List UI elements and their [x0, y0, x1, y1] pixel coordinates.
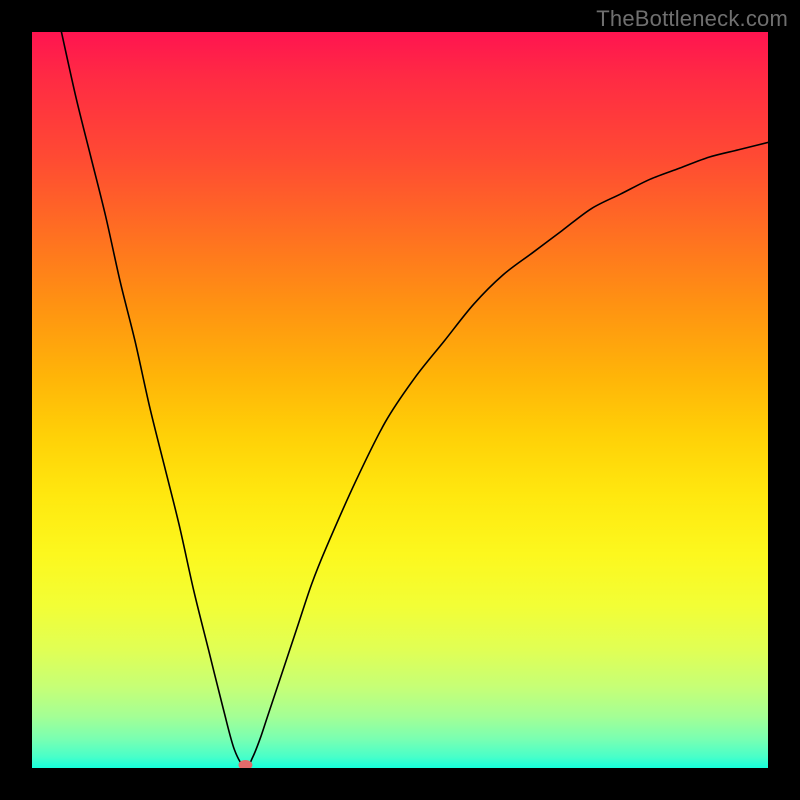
plot-area — [32, 32, 768, 768]
bottleneck-curve — [61, 32, 768, 768]
watermark-text: TheBottleneck.com — [596, 6, 788, 32]
chart-container: TheBottleneck.com — [0, 0, 800, 800]
curve-layer — [32, 32, 768, 768]
